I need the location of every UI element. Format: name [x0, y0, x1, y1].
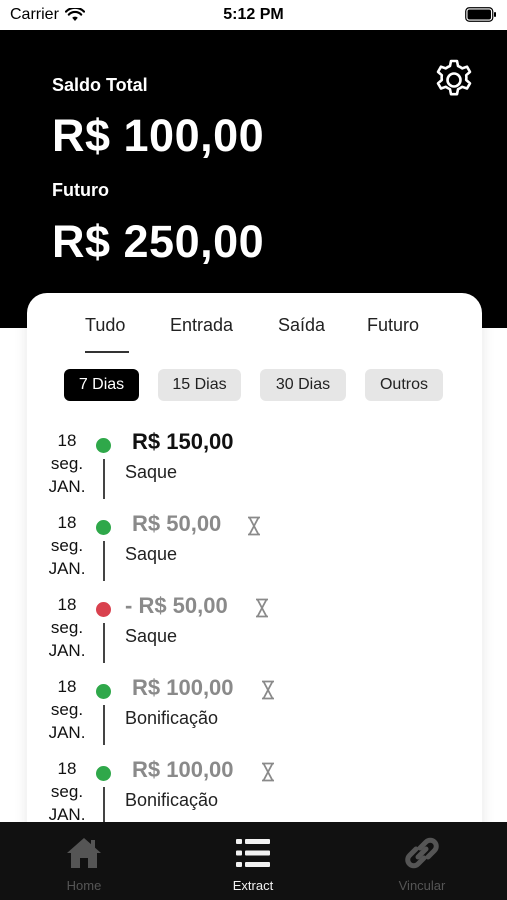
date-month: JAN.: [48, 641, 86, 660]
status-dot-positive: [96, 684, 111, 699]
status-dot-positive: [96, 520, 111, 535]
date-day: 18: [57, 677, 77, 696]
transaction-amount: - R$ 50,00: [125, 593, 228, 618]
battery-icon: [465, 7, 496, 22]
transaction-amount: R$ 50,00: [132, 511, 222, 536]
transaction-date: 18 seg. JAN.: [41, 675, 93, 744]
filter-7-dias[interactable]: 7 Dias: [64, 369, 139, 401]
date-day: 18: [57, 595, 77, 614]
date-weekday: seg.: [50, 536, 84, 555]
tabbar-home[interactable]: Home: [24, 822, 144, 900]
transaction-date: 18 seg. JAN.: [41, 511, 93, 580]
tabbar-vincular[interactable]: Vincular: [362, 822, 482, 900]
date-weekday: seg.: [50, 618, 84, 637]
date-weekday: seg.: [50, 700, 84, 719]
transaction-row[interactable]: 18 seg. JAN. R$ 100,00 Bonificação: [27, 675, 482, 757]
transaction-description: Saque: [125, 626, 178, 646]
transaction-row[interactable]: 18 seg. JAN. R$ 150,00 Saque: [27, 429, 482, 511]
timeline-line: [103, 623, 105, 663]
list-icon: [236, 839, 270, 867]
statement-tabs: Tudo Entrada Saída Futuro: [27, 315, 482, 355]
status-dot-positive: [96, 766, 111, 781]
tabbar-extract[interactable]: Extract: [193, 822, 313, 900]
status-dot-negative: [96, 602, 111, 617]
active-tab-underline: [85, 351, 129, 353]
transaction-amount: R$ 100,00: [132, 757, 234, 782]
timeline-line: [103, 459, 105, 499]
transaction-description: Saque: [125, 544, 178, 564]
transaction-description: Bonificação: [125, 790, 219, 810]
status-time: 5:12 PM: [223, 6, 284, 23]
tab-tudo[interactable]: Tudo: [85, 315, 125, 336]
hourglass-icon: [256, 598, 268, 618]
total-balance-value: R$ 100,00: [52, 110, 265, 161]
gear-icon[interactable]: [432, 58, 476, 102]
date-day: 18: [57, 513, 77, 532]
tabbar-extract-label: Extract: [232, 878, 274, 893]
total-balance-label: Saldo Total: [52, 75, 148, 95]
transaction-row[interactable]: 18 seg. JAN. R$ 50,00 Saque: [27, 511, 482, 593]
balance-header: Saldo Total R$ 100,00 Futuro R$ 250,00: [0, 30, 507, 328]
tabbar-vincular-label: Vincular: [398, 878, 446, 893]
future-balance-label: Futuro: [52, 180, 109, 200]
status-dot-positive: [96, 438, 111, 453]
filter-outros[interactable]: Outros: [365, 369, 443, 401]
timeline-line: [103, 787, 105, 827]
filter-30-dias[interactable]: 30 Dias: [260, 369, 346, 401]
date-day: 18: [57, 431, 77, 450]
transaction-date: 18 seg. JAN.: [41, 429, 93, 498]
tab-futuro[interactable]: Futuro: [367, 315, 419, 336]
date-month: JAN.: [48, 723, 86, 742]
link-icon: [405, 837, 439, 869]
tab-saida[interactable]: Saída: [278, 315, 325, 336]
transaction-amount: R$ 150,00: [132, 429, 234, 454]
home-icon: [67, 838, 101, 868]
future-balance-value: R$ 250,00: [52, 216, 265, 267]
date-month: JAN.: [48, 559, 86, 578]
transaction-amount: R$ 100,00: [132, 675, 234, 700]
hourglass-icon: [248, 516, 260, 536]
date-month: JAN.: [48, 477, 86, 496]
date-weekday: seg.: [50, 454, 84, 473]
timeline-line: [103, 705, 105, 745]
filter-15-dias[interactable]: 15 Dias: [158, 369, 241, 401]
status-bar: Carrier 5:12 PM: [0, 0, 507, 30]
tab-entrada[interactable]: Entrada: [170, 315, 233, 336]
statement-card: Tudo Entrada Saída Futuro 7 Dias 15 Dias…: [27, 293, 482, 853]
transaction-description: Bonificação: [125, 708, 219, 728]
bottom-tab-bar: Home Extract Vincular: [0, 822, 507, 900]
transaction-date: 18 seg. JAN.: [41, 757, 93, 826]
transaction-date: 18 seg. JAN.: [41, 593, 93, 662]
date-weekday: seg.: [50, 782, 84, 801]
tabbar-home-label: Home: [66, 878, 102, 893]
hourglass-icon: [262, 762, 274, 782]
transaction-row[interactable]: 18 seg. JAN. - R$ 50,00 Saque: [27, 593, 482, 675]
timeline-line: [103, 541, 105, 581]
transaction-description: Saque: [125, 462, 178, 482]
hourglass-icon: [262, 680, 274, 700]
date-day: 18: [57, 759, 77, 778]
